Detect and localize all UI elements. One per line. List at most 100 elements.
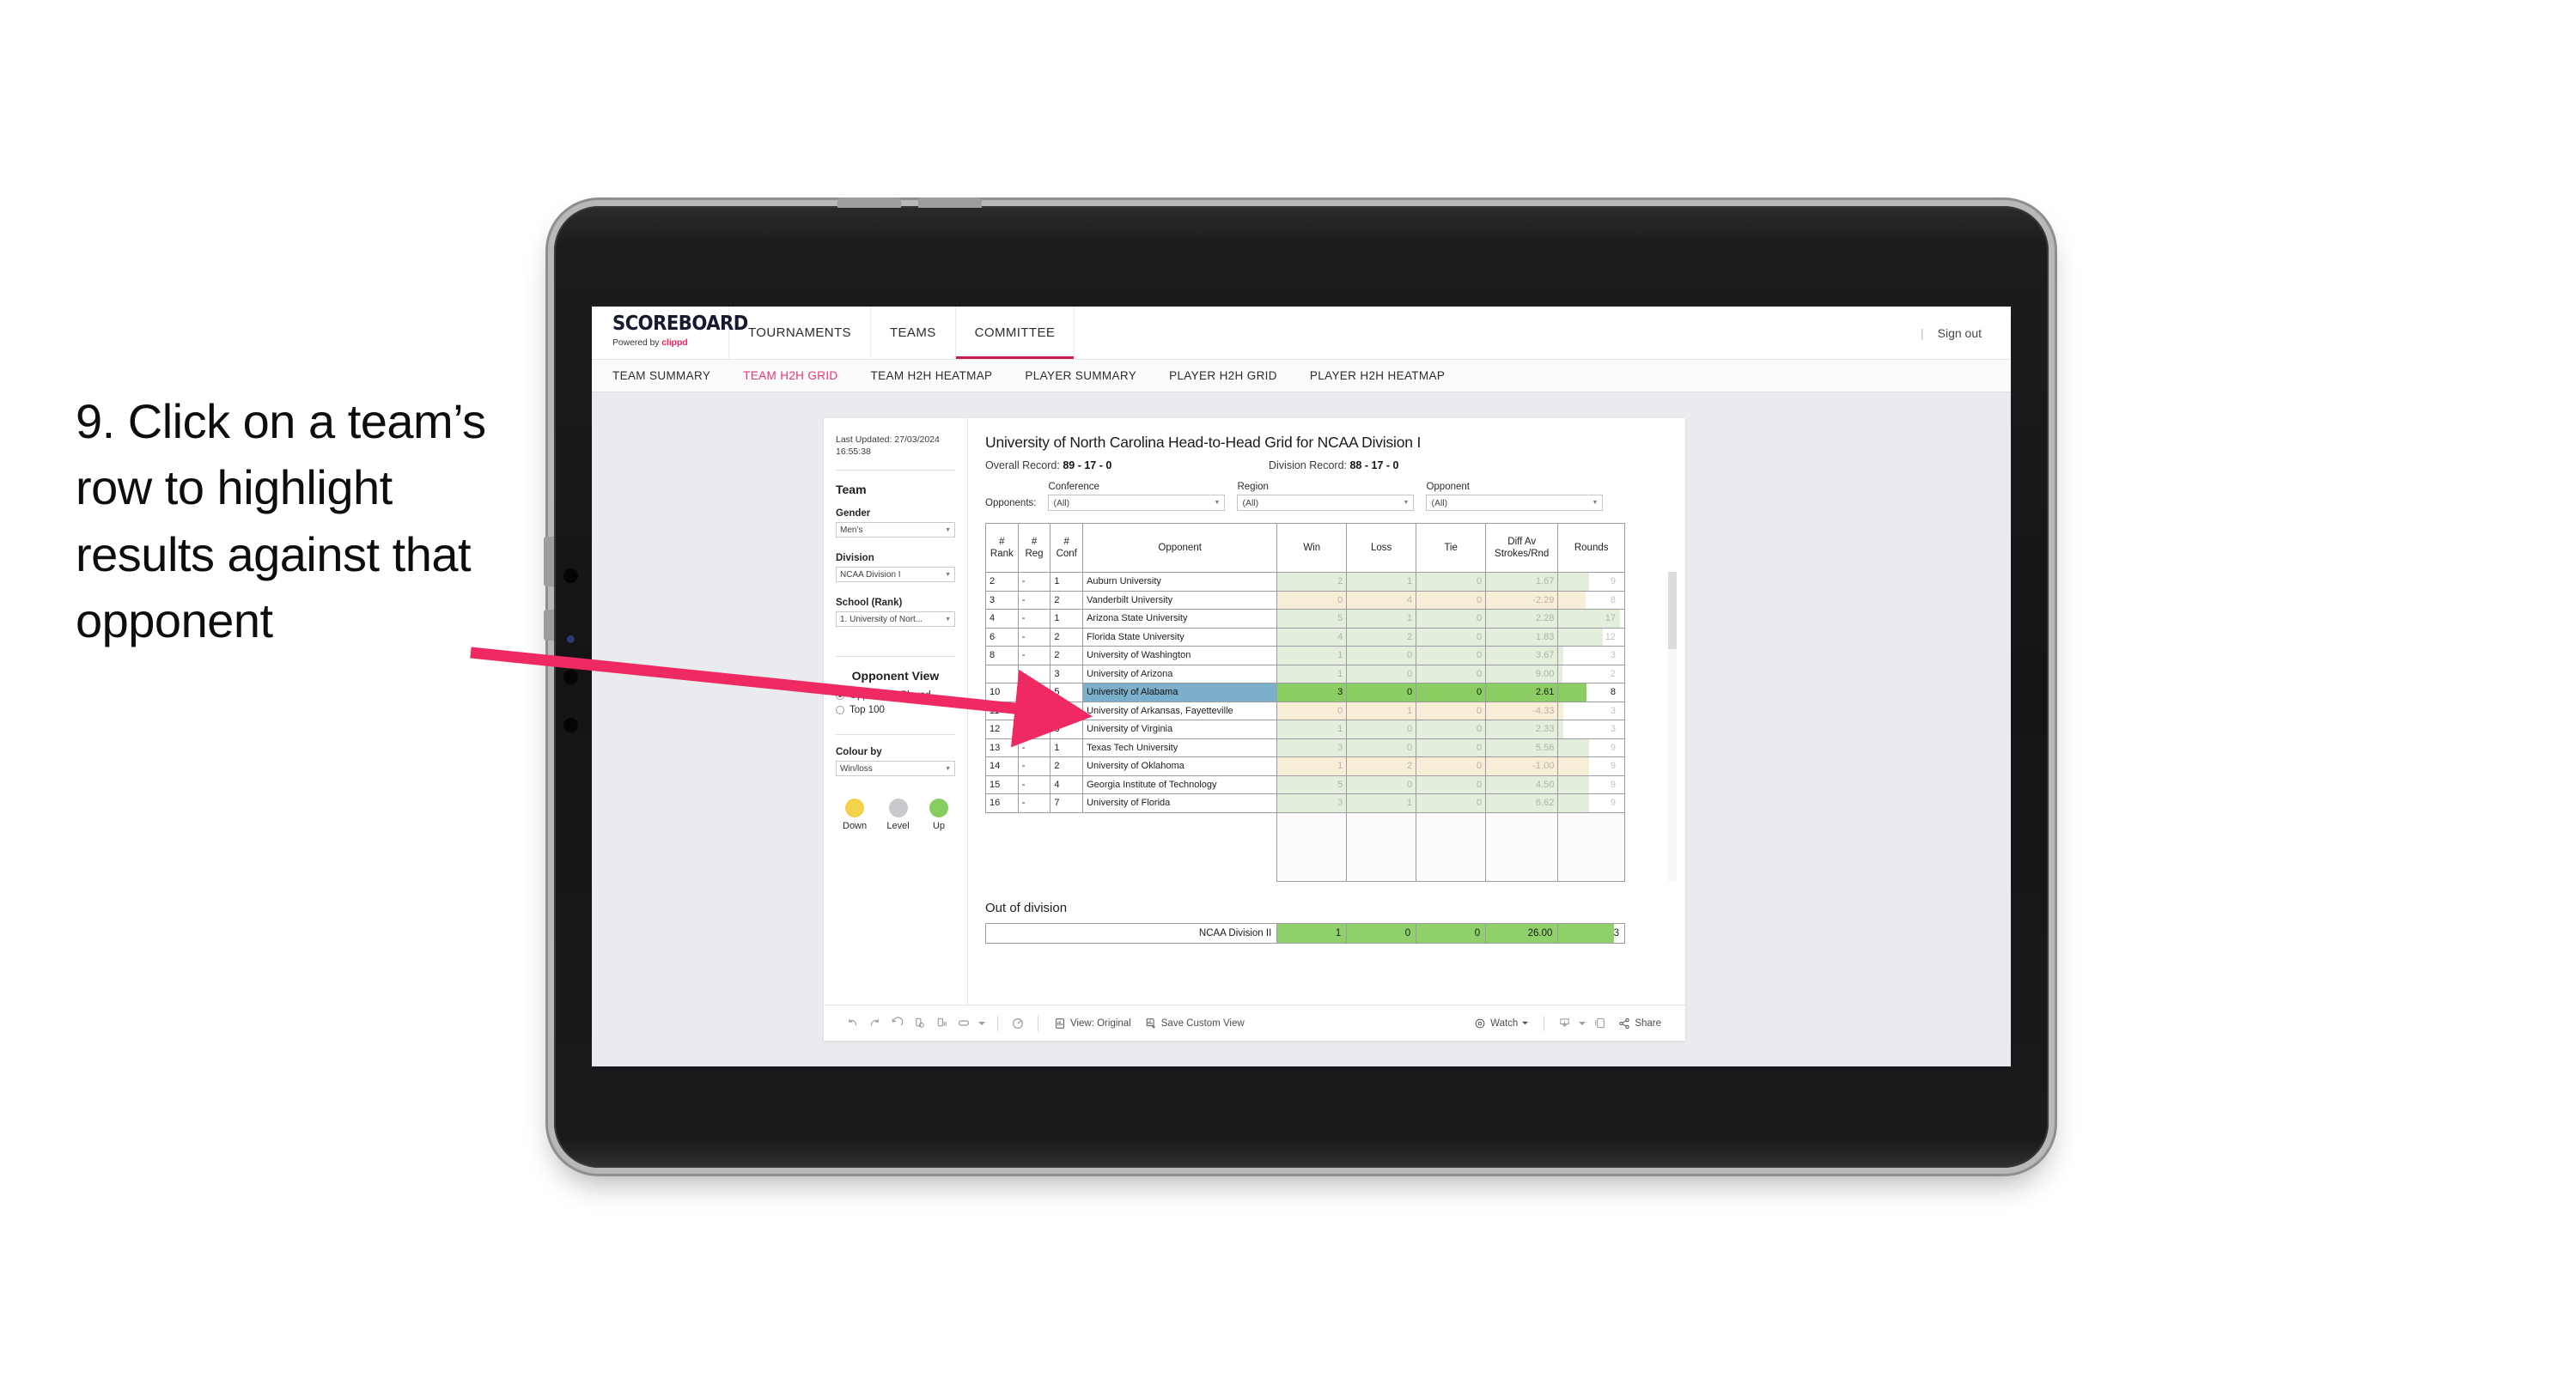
alerts-icon[interactable] [1007, 1012, 1029, 1035]
cell-reg: - [1017, 756, 1051, 776]
col-opponent[interactable]: Opponent [1082, 523, 1278, 573]
cell-diff: 1.67 [1485, 572, 1559, 592]
cell-win: 5 [1276, 775, 1348, 794]
col-rank-line2: Rank [990, 549, 1014, 559]
table-row[interactable]: 2-1 Auburn University 2 1 0 1.67 9 [985, 572, 1625, 592]
tab-player-h2h-grid[interactable]: PLAYER H2H GRID [1169, 369, 1277, 382]
col-reg[interactable]: # Reg [1017, 523, 1051, 573]
cell-rounds: 8 [1557, 683, 1625, 702]
tab-team-summary[interactable]: TEAM SUMMARY [612, 369, 710, 382]
table-row[interactable]: 4-1 Arizona State University 5 1 0 2.28 17 [985, 609, 1625, 629]
loop-icon[interactable] [953, 1012, 975, 1035]
col-tie[interactable]: Tie [1416, 523, 1487, 573]
col-loss[interactable]: Loss [1346, 523, 1417, 573]
grid-vertical-scrollbar[interactable] [1668, 572, 1677, 882]
col-rank[interactable]: # Rank [985, 523, 1019, 573]
col-rounds[interactable]: Rounds [1557, 523, 1625, 573]
division-select[interactable]: NCAA Division I ▼ [836, 567, 955, 583]
tab-team-h2h-grid[interactable]: TEAM H2H GRID [743, 369, 837, 382]
caret-down-icon[interactable] [975, 1012, 989, 1035]
cell-tie: 0 [1416, 646, 1487, 665]
volume-up-button[interactable] [837, 197, 901, 208]
table-row[interactable]: -3 University of Arizona 1 0 0 9.00 2 [985, 664, 1625, 683]
blank-row [985, 812, 1625, 882]
save-custom-view-label: Save Custom View [1160, 1017, 1245, 1029]
opponent-select[interactable]: (All) ▼ [1426, 495, 1604, 511]
table-row[interactable]: 10-5 University of Alabama 3 0 0 2.61 8 [985, 683, 1625, 702]
table-row[interactable]: NCAA Division II 1 0 0 26.00 3 [984, 923, 1625, 944]
table-row[interactable]: 11-6 University of Arkansas, Fayetteville… [985, 701, 1625, 720]
refresh-data-icon[interactable] [908, 1012, 930, 1035]
cell-rank: 8 [985, 646, 1019, 665]
table-row[interactable]: 14-2 University of Oklahoma 1 2 0 -1.00 9 [985, 756, 1625, 776]
cell-tie: 0 [1416, 738, 1487, 757]
h2h-grid[interactable]: # Rank # Reg # Conf Opponent Win Loss Tie D… [985, 523, 1677, 882]
caret-down-icon[interactable] [1575, 1012, 1589, 1035]
cell-opponent: University of Washington [1082, 646, 1278, 665]
cell-tie: 0 [1416, 627, 1487, 647]
col-diff-av-strokes[interactable]: Diff Av Strokes/Rnd [1485, 523, 1559, 573]
gender-select[interactable]: Men’s ▼ [836, 522, 955, 538]
cell-opponent: Arizona State University [1082, 609, 1278, 629]
col-conf[interactable]: # Conf [1050, 523, 1084, 573]
rounds-value: 3 [1610, 650, 1616, 660]
brand-logo[interactable]: SCOREBOARD Powered by clippd [592, 307, 748, 359]
h2h-table: # Rank # Reg # Conf Opponent Win Loss Tie D… [985, 523, 1625, 813]
cell-win: 0 [1276, 590, 1348, 610]
tab-player-summary[interactable]: PLAYER SUMMARY [1025, 369, 1136, 382]
watch-button[interactable]: Watch [1467, 1017, 1535, 1030]
undo-icon[interactable] [841, 1012, 863, 1035]
colour-by-select[interactable]: Win/loss ▼ [836, 761, 955, 777]
revert-icon[interactable] [886, 1012, 908, 1035]
cell-conf: 1 [1050, 572, 1084, 592]
table-row[interactable]: 16-7 University of Florida 3 1 0 6.62 9 [985, 793, 1625, 813]
redo-icon[interactable] [863, 1012, 886, 1035]
topnav-item-tournaments[interactable]: TOURNAMENTS [729, 307, 871, 359]
table-row[interactable]: 12-3 University of Virginia 1 0 0 2.33 3 [985, 720, 1625, 739]
col-win[interactable]: Win [1276, 523, 1348, 573]
fullscreen-icon[interactable] [1589, 1012, 1611, 1035]
radio-opponents-played[interactable]: Opponents Played [836, 690, 955, 701]
records-row: Overall Record: 89 - 17 - 0 Division Rec… [985, 459, 1666, 471]
table-row[interactable]: 13-1 Texas Tech University 3 0 0 5.56 9 [985, 738, 1625, 757]
save-custom-view-button[interactable]: Save Custom View [1138, 1017, 1251, 1030]
volume-down-button[interactable] [918, 197, 982, 208]
tab-team-h2h-heatmap[interactable]: TEAM H2H HEATMAP [871, 369, 993, 382]
side-button[interactable] [544, 610, 554, 641]
power-button[interactable] [544, 537, 554, 586]
cell-rounds: 9 [1557, 572, 1625, 592]
conference-select[interactable]: (All) ▼ [1048, 495, 1226, 511]
grid-scrollbar-thumb[interactable] [1668, 572, 1677, 649]
opponent-view-heading: Opponent View [851, 669, 940, 683]
region-select[interactable]: (All) ▼ [1237, 495, 1415, 511]
pause-updates-icon[interactable] [930, 1012, 953, 1035]
table-row[interactable]: 6-2 Florida State University 4 2 0 1.83 12 [985, 627, 1625, 647]
cell-reg: - [1017, 738, 1051, 757]
cell-rounds: 9 [1557, 775, 1625, 794]
tab-player-h2h-heatmap[interactable]: PLAYER H2H HEATMAP [1310, 369, 1445, 382]
app-sub-navigation: TEAM SUMMARY TEAM H2H GRID TEAM H2H HEAT… [592, 360, 2011, 392]
chevron-down-icon: ▼ [1403, 500, 1410, 506]
download-icon[interactable] [1553, 1012, 1575, 1035]
radio-top-100-label: Top 100 [850, 705, 885, 716]
cell-win: 2 [1276, 572, 1348, 592]
cell-reg: - [1017, 664, 1051, 683]
rounds-value: 9 [1610, 798, 1616, 808]
radio-top-100[interactable]: Top 100 [836, 705, 955, 715]
topnav-item-teams[interactable]: TEAMS [871, 307, 956, 359]
cell-reg: - [1017, 720, 1051, 739]
school-rank-select[interactable]: 1. University of Nort... ▼ [836, 611, 955, 628]
table-row[interactable]: 15-4 Georgia Institute of Technology 5 0 0 4.… [985, 775, 1625, 794]
sign-out-link[interactable]: Sign out [1938, 326, 1982, 340]
table-row[interactable]: 3-2 Vanderbilt University 0 4 0 -2.29 8 [985, 590, 1625, 610]
watch-label: Watch [1490, 1017, 1519, 1029]
view-original-button[interactable]: View: Original [1047, 1017, 1138, 1030]
cell-win: 1 [1276, 756, 1348, 776]
table-row[interactable]: 8-2 University of Washington 1 0 0 3.67 3 [985, 646, 1625, 665]
share-button[interactable]: Share [1611, 1017, 1668, 1030]
cell-diff: 2.28 [1485, 609, 1559, 629]
topnav-right-group: | Sign out [1921, 307, 2011, 359]
tablet-device-frame: SCOREBOARD Powered by clippd TOURNAMENTS… [544, 197, 2049, 1168]
topnav-item-committee[interactable]: COMMITTEE [955, 307, 1075, 359]
cell-opponent: University of Arizona [1082, 664, 1278, 683]
